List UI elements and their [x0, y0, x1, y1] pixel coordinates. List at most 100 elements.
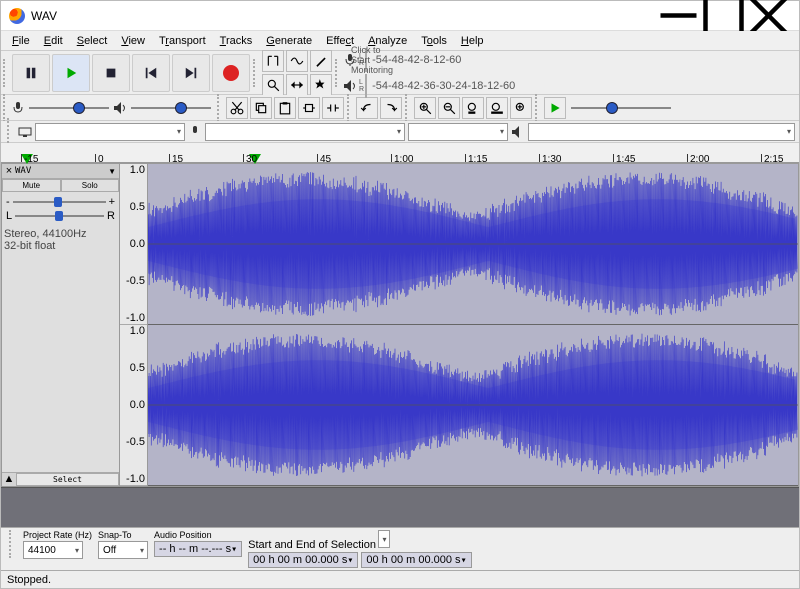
track-control-panel: × WAV ▼ Mute Solo - + L R Stereo, 44100Hz …	[2, 164, 120, 486]
timeline-tick: 1:00	[391, 154, 413, 162]
selection-mode-select[interactable]	[378, 530, 390, 548]
mute-button[interactable]: Mute	[2, 179, 61, 192]
record-button[interactable]	[212, 54, 250, 92]
close-button[interactable]	[746, 1, 791, 31]
undo-button[interactable]	[356, 97, 378, 119]
play-speed-slider[interactable]	[571, 98, 671, 118]
draw-tool-button[interactable]	[310, 50, 332, 72]
timeline-ruler[interactable]: -1501530451:001:151:301:452:002:15	[1, 143, 799, 163]
track-select-button[interactable]: Select	[16, 473, 119, 486]
toolbar-mixer	[1, 95, 799, 121]
snap-to-select[interactable]: Off	[98, 541, 148, 559]
amplitude-ruler: 1.00.50.0-0.5-1.0 1.00.50.0-0.5-1.0	[120, 164, 148, 486]
pan-r-label: R	[107, 210, 115, 222]
track-close-button[interactable]: ×	[3, 165, 15, 177]
timeline-tick: 2:00	[687, 154, 709, 162]
zoom-toggle-button[interactable]	[510, 97, 532, 119]
record-device-select[interactable]	[205, 123, 405, 141]
skip-end-button[interactable]	[172, 54, 210, 92]
gain-minus-label: -	[6, 196, 10, 208]
collapse-button[interactable]: ▲	[2, 473, 16, 486]
audio-host-select[interactable]	[35, 123, 185, 141]
track-area: × WAV ▼ Mute Solo - + L R Stereo, 44100Hz …	[1, 163, 799, 487]
play-button[interactable]	[52, 54, 90, 92]
record-channels-select[interactable]	[408, 123, 508, 141]
timeline-tick: 1:30	[539, 154, 561, 162]
grip-icon[interactable]	[335, 59, 341, 87]
playback-device-select[interactable]	[528, 123, 795, 141]
minimize-button[interactable]	[656, 1, 701, 31]
grip-icon[interactable]	[9, 530, 15, 558]
stop-button[interactable]	[92, 54, 130, 92]
selection-end-field[interactable]: 00 h 00 m 00.000 s▾	[361, 552, 471, 568]
fit-project-button[interactable]	[486, 97, 508, 119]
trim-button[interactable]	[298, 97, 320, 119]
audio-position-field[interactable]: -- h -- m --.--- s▾	[154, 541, 242, 557]
waveform-right[interactable]	[148, 325, 798, 486]
audio-position-label: Audio Position	[154, 530, 242, 540]
timeshift-tool-button[interactable]	[286, 74, 308, 96]
menu-edit[interactable]: Edit	[37, 34, 70, 48]
mic-icon	[188, 125, 202, 139]
pan-l-label: L	[6, 210, 12, 222]
maximize-button[interactable]	[701, 1, 746, 31]
zoom-out-button[interactable]	[438, 97, 460, 119]
selection-tool-button[interactable]	[262, 50, 284, 72]
grip-icon[interactable]	[405, 94, 411, 122]
menu-generate[interactable]: Generate	[259, 34, 319, 48]
track-info: Stereo, 44100Hz 32-bit float	[2, 226, 119, 254]
play-at-speed-button[interactable]	[544, 97, 566, 119]
pause-button[interactable]	[12, 54, 50, 92]
track-menu-button[interactable]: ▼	[106, 167, 118, 176]
zoom-tool-button[interactable]	[262, 74, 284, 96]
app-logo-icon	[9, 8, 25, 24]
timeline-tick: 30	[243, 154, 257, 162]
multi-tool-button[interactable]	[310, 74, 332, 96]
speaker-icon	[511, 125, 525, 139]
empty-track-area[interactable]	[1, 487, 799, 527]
menu-select[interactable]: Select	[70, 34, 115, 48]
menu-file[interactable]: File	[5, 34, 37, 48]
selection-toolbar: Project Rate (Hz) 44100 Snap-To Off Audi…	[1, 527, 799, 570]
grip-icon[interactable]	[3, 59, 9, 87]
project-rate-select[interactable]: 44100	[23, 541, 83, 559]
project-rate-label: Project Rate (Hz)	[23, 530, 92, 540]
skip-start-button[interactable]	[132, 54, 170, 92]
timeline-tick: 0	[95, 154, 104, 162]
solo-button[interactable]: Solo	[61, 179, 120, 192]
gain-plus-label: +	[109, 196, 115, 208]
waveform-display[interactable]	[148, 164, 798, 486]
copy-button[interactable]	[250, 97, 272, 119]
cut-button[interactable]	[226, 97, 248, 119]
titlebar: WAV	[1, 1, 799, 31]
record-meter[interactable]: -54-48-42Click to Start Monitoring-8-12-…	[365, 48, 367, 72]
waveform-left[interactable]	[148, 164, 798, 325]
status-bar: Stopped.	[1, 570, 799, 588]
record-volume-slider[interactable]	[29, 98, 109, 118]
grip-icon[interactable]	[7, 118, 13, 146]
fit-selection-button[interactable]	[462, 97, 484, 119]
pan-slider[interactable]	[15, 215, 104, 217]
paste-button[interactable]	[274, 97, 296, 119]
menu-view[interactable]: View	[114, 34, 152, 48]
menu-tracks[interactable]: Tracks	[213, 34, 260, 48]
track-name[interactable]: WAV	[15, 166, 106, 176]
menu-help[interactable]: Help	[454, 34, 491, 48]
grip-icon[interactable]	[253, 59, 259, 87]
playback-meter[interactable]: -54-48-42-36-30-24-18-12-60	[365, 74, 367, 98]
speaker-icon	[343, 79, 357, 93]
speaker-icon	[113, 101, 127, 115]
envelope-tool-button[interactable]	[286, 50, 308, 72]
menu-transport[interactable]: Transport	[152, 34, 213, 48]
grip-icon[interactable]	[217, 94, 223, 122]
gain-slider[interactable]	[13, 201, 106, 203]
selection-start-field[interactable]: 00 h 00 m 00.000 s▾	[248, 552, 358, 568]
grip-icon[interactable]	[347, 94, 353, 122]
menu-tools[interactable]: Tools	[414, 34, 454, 48]
timeline-tick: 2:15	[761, 154, 783, 162]
silence-button[interactable]	[322, 97, 344, 119]
grip-icon[interactable]	[535, 94, 541, 122]
zoom-in-button[interactable]	[414, 97, 436, 119]
playback-volume-slider[interactable]	[131, 98, 211, 118]
redo-button[interactable]	[380, 97, 402, 119]
